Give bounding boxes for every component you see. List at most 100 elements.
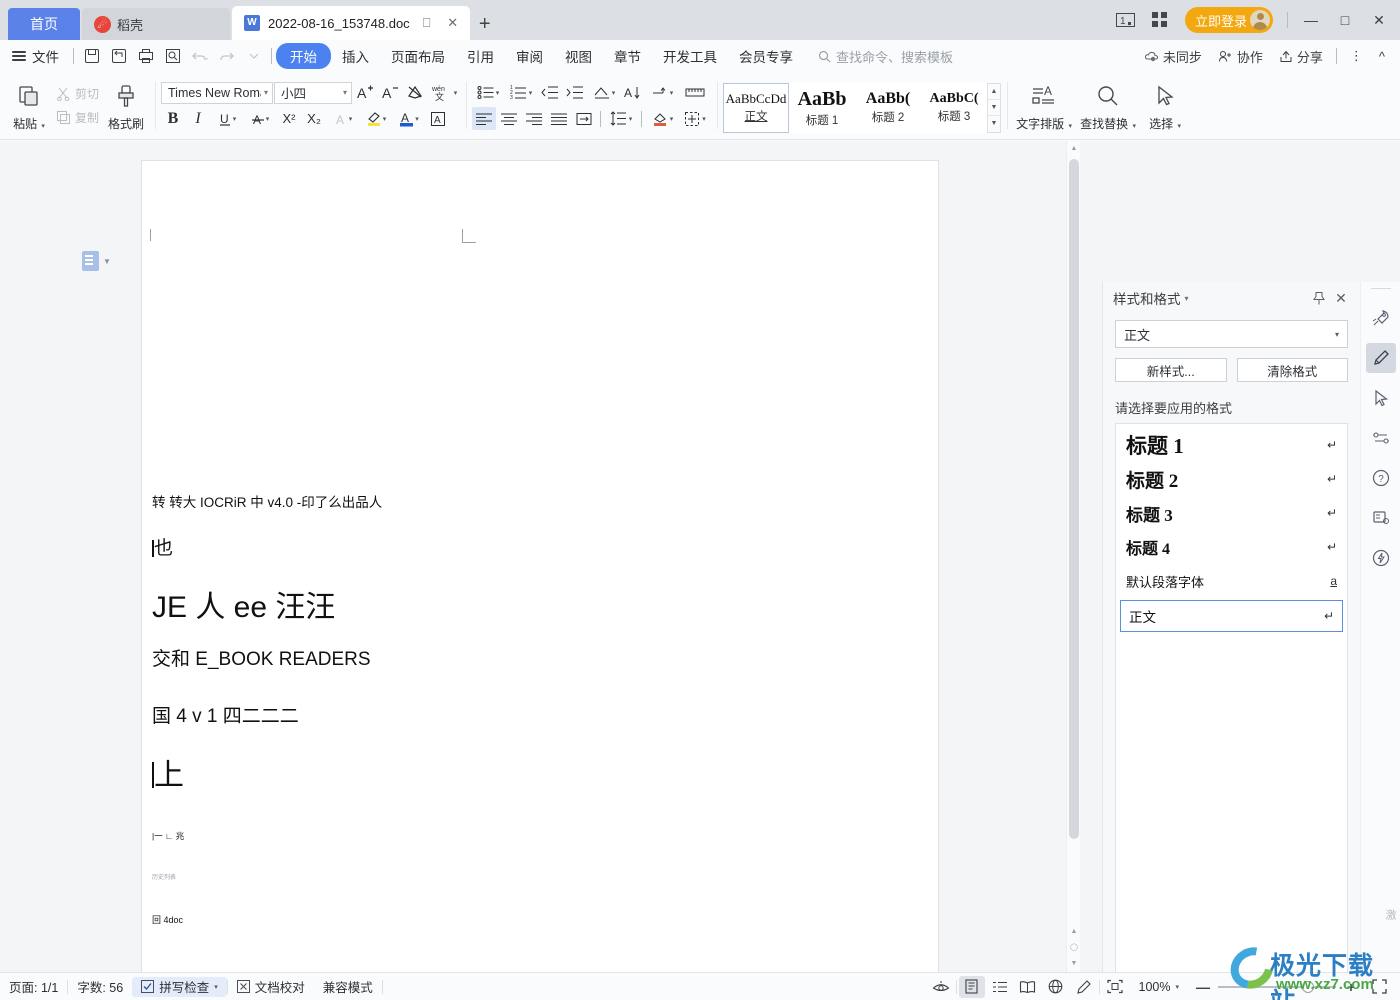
style-list-item-heading-1[interactable]: 标题 1 ↵ <box>1116 428 1347 462</box>
pinyin-guide-icon[interactable]: wén 文 ▾ <box>428 81 460 104</box>
align-right-button[interactable] <box>522 107 546 130</box>
style-gallery-scrollbar[interactable]: ▲ ▼ ▼ <box>987 82 1002 133</box>
chevron-up-icon[interactable]: ^ <box>1372 49 1392 64</box>
text-highlight-button[interactable]: ▾ <box>360 107 392 130</box>
document-paragraph[interactable]: 回 4doc <box>152 913 918 926</box>
ribbon-tab-developer[interactable]: 开发工具 <box>652 43 728 69</box>
close-icon[interactable]: ✕ <box>1330 287 1352 309</box>
window-close-button[interactable]: ✕ <box>1364 6 1394 34</box>
font-color-button[interactable]: A ▾ <box>393 107 425 130</box>
save-as-icon[interactable] <box>105 43 132 69</box>
lightning-shield-icon[interactable] <box>1366 543 1396 573</box>
zoom-in-button[interactable]: + <box>1338 976 1364 998</box>
next-page-icon[interactable]: ▼ <box>1067 956 1080 970</box>
style-list-item-heading-4[interactable]: 标题 4 ↵ <box>1116 530 1347 564</box>
page-view-icon[interactable] <box>958 975 985 998</box>
ribbon-tab-section[interactable]: 章节 <box>603 43 652 69</box>
document-paragraph[interactable]: 也 <box>152 533 918 560</box>
document-vertical-scrollbar[interactable]: ▲ ▲ ◯ ▼ <box>1066 141 1080 972</box>
style-gallery-item-normal[interactable]: AaBbCcDd 正文 <box>723 82 790 133</box>
document-paragraph[interactable]: 上 <box>152 750 918 794</box>
character-shading-button[interactable]: A <box>426 107 450 130</box>
italic-button[interactable]: I <box>186 107 210 130</box>
document-paragraph[interactable]: JE 人 ee 汪汪 <box>152 582 918 626</box>
web-view-icon[interactable] <box>1043 976 1069 998</box>
format-painter-button[interactable]: 格式刷 <box>103 79 149 132</box>
reading-view-icon[interactable] <box>1015 976 1041 998</box>
document-body[interactable]: 转 转大 IOCRiR 中 v4.0 -印了么出品人 也 JE 人 ee 汪汪 … <box>152 491 918 948</box>
scroll-up-icon[interactable]: ▲ <box>1067 141 1080 155</box>
screenshot-icon[interactable] <box>1366 503 1396 533</box>
ribbon-tab-member[interactable]: 会员专享 <box>728 43 804 69</box>
cut-button[interactable]: 剪切 <box>52 84 103 103</box>
share-button[interactable]: 分享 <box>1272 47 1330 66</box>
document-paragraph[interactable]: |一 ∟ 兆 <box>152 830 918 842</box>
style-list-item-normal[interactable]: 正文 ↵ <box>1120 600 1343 632</box>
paste-button[interactable]: 粘贴 ▾ <box>6 79 52 132</box>
single-page-view-icon[interactable]: 1 <box>1111 6 1141 34</box>
underline-button[interactable]: U ▾ <box>211 107 243 130</box>
scrollbar-thumb[interactable] <box>1069 159 1079 839</box>
fit-page-icon[interactable] <box>1102 976 1128 998</box>
document-paragraph[interactable]: 历史列表 <box>152 872 918 881</box>
redo-icon[interactable] <box>213 43 240 69</box>
style-gallery-item-heading-1[interactable]: AaBb 标题 1 <box>789 82 856 133</box>
select-button[interactable]: 选择 ▾ <box>1141 79 1189 132</box>
align-left-button[interactable] <box>472 107 497 130</box>
word-count[interactable]: 字数: 56 <box>68 977 132 996</box>
scroll-down-icon[interactable]: ▼ <box>988 100 1001 117</box>
zoom-out-button[interactable]: — <box>1190 976 1216 998</box>
tab-document[interactable]: 2022-08-16_153748.doc ⎕ ✕ <box>232 6 470 40</box>
ribbon-tab-view[interactable]: 视图 <box>554 43 603 69</box>
subscript-button[interactable]: X₂ <box>302 107 326 130</box>
brush-icon[interactable] <box>1365 343 1396 373</box>
print-icon[interactable] <box>132 43 159 69</box>
help-circle-icon[interactable]: ? <box>1366 463 1396 493</box>
cursor-select-icon[interactable] <box>1366 383 1396 413</box>
ruler-button[interactable] <box>679 81 711 104</box>
show-formatting-marks-button[interactable]: ▾ <box>646 81 678 104</box>
settings-sliders-icon[interactable] <box>1366 423 1396 453</box>
style-list[interactable]: 标题 1 ↵ 标题 2 ↵ 标题 3 ↵ 标题 4 ↵ 默认段落字体 a 正文 … <box>1115 423 1348 1000</box>
style-gallery-expand-icon[interactable]: ▼ <box>988 116 1000 131</box>
login-button[interactable]: 立即登录 <box>1184 7 1273 33</box>
copy-button[interactable]: 复制 <box>52 108 103 127</box>
sync-status-button[interactable]: 未同步 <box>1137 47 1209 66</box>
sort-button[interactable]: ▾ <box>588 81 620 104</box>
increase-font-size-icon[interactable]: A <box>353 81 377 104</box>
find-replace-button[interactable]: 查找替换 ▾ <box>1075 79 1141 132</box>
collaborate-button[interactable]: 协作 <box>1211 47 1270 66</box>
new-tab-button[interactable]: + <box>470 8 500 40</box>
clear-format-button[interactable]: 清除格式 <box>1236 358 1348 382</box>
previous-page-icon[interactable]: ▲ <box>1067 924 1080 938</box>
paragraph-shading-button[interactable]: ▾ <box>646 107 678 130</box>
ribbon-tab-review[interactable]: 审阅 <box>505 43 554 69</box>
proofread-toggle[interactable]: 文档校对 <box>228 977 314 996</box>
rocket-icon[interactable] <box>1366 303 1396 333</box>
style-gallery-item-heading-3[interactable]: AaBbC( 标题 3 <box>921 82 988 133</box>
style-gallery-item-heading-2[interactable]: AaBb( 标题 2 <box>855 82 922 133</box>
customize-toolbar-icon[interactable] <box>240 43 267 69</box>
spellcheck-toggle[interactable]: 拼写检查 ▾ <box>132 976 227 997</box>
line-spacing-button[interactable]: ▾ <box>605 107 637 130</box>
restore-tab-icon[interactable]: ⎕ <box>418 14 436 32</box>
borders-button[interactable]: ▾ <box>679 107 711 130</box>
bold-button[interactable]: B <box>161 107 185 130</box>
tab-home[interactable]: 首页 <box>8 8 80 40</box>
file-menu-button[interactable]: 文件 <box>0 46 69 66</box>
align-center-button[interactable] <box>497 107 521 130</box>
more-vertical-icon[interactable]: ⋮ <box>1343 48 1370 64</box>
superscript-button[interactable]: X² <box>277 107 301 130</box>
zoom-slider-knob[interactable] <box>1302 980 1314 993</box>
distribute-text-button[interactable] <box>572 107 596 130</box>
decrease-font-size-icon[interactable]: A <box>378 81 402 104</box>
zoom-slider[interactable] <box>1218 978 1336 996</box>
ribbon-tab-start[interactable]: 开始 <box>276 43 331 69</box>
undo-icon[interactable] <box>186 43 213 69</box>
document-paragraph[interactable]: 国 4 v 1 四二二二 <box>152 701 918 728</box>
command-search[interactable]: 查找命令、搜索模板 <box>818 47 953 66</box>
align-justify-button[interactable] <box>547 107 571 130</box>
ribbon-tab-page-layout[interactable]: 页面布局 <box>380 43 456 69</box>
window-maximize-button[interactable]: □ <box>1330 6 1360 34</box>
style-list-item-heading-2[interactable]: 标题 2 ↵ <box>1116 462 1347 496</box>
